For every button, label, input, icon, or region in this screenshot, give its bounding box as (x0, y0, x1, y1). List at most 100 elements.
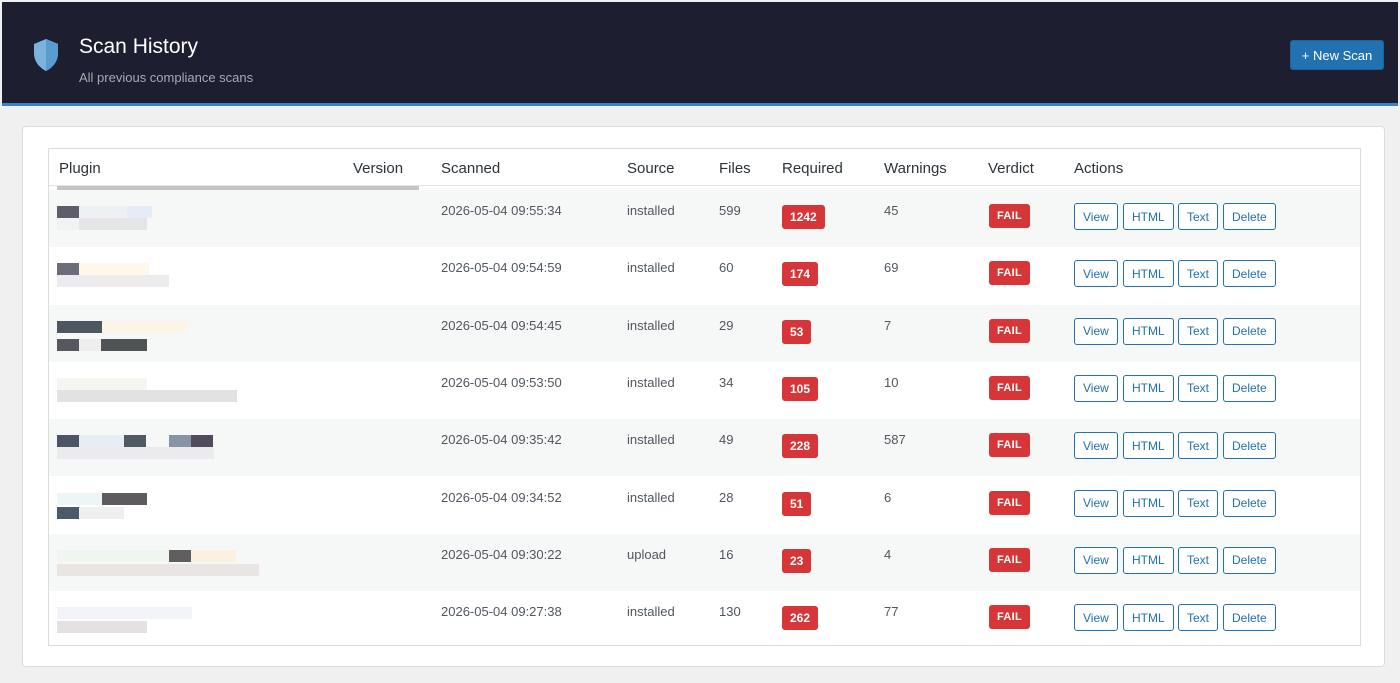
scanned-date: 2026-05-04 09:27:38 (441, 604, 562, 620)
new-scan-button[interactable]: + New Scan (1290, 40, 1384, 70)
plugin-name-redacted (57, 549, 259, 584)
column-header-required[interactable]: Required (782, 160, 843, 177)
column-header-plugin[interactable]: Plugin (59, 160, 101, 177)
verdict-badge: FAIL (989, 490, 1031, 515)
view-button[interactable]: View (1074, 432, 1118, 460)
delete-button[interactable]: Delete (1223, 374, 1276, 402)
verdict-badge: FAIL (989, 547, 1031, 572)
verdict-badge: FAIL (989, 433, 1031, 458)
delete-button[interactable]: Delete (1223, 260, 1276, 288)
scanned-date: 2026-05-04 09:30:22 (441, 546, 562, 562)
text-button[interactable]: Text (1178, 317, 1219, 345)
plugin-name-redacted (57, 263, 257, 297)
required-count-badge: 228 (782, 434, 819, 459)
file-count: 130 (719, 604, 741, 620)
text-button[interactable]: Text (1178, 489, 1219, 517)
file-count: 29 (719, 317, 734, 333)
scan-history-card: Plugin Version Scanned Source Files Requ… (22, 126, 1385, 667)
file-count: 49 (719, 432, 734, 448)
table-row: 2026-05-04 09:35:42 installed 49 587 228 FAIL… (49, 419, 1360, 477)
verdict-badge: FAIL (989, 204, 1031, 228)
html-button[interactable]: HTML (1123, 604, 1174, 632)
scan-source: installed (627, 489, 675, 505)
scan-source: installed (627, 432, 675, 448)
scan-source: installed (627, 604, 675, 620)
html-button[interactable]: HTML (1123, 317, 1174, 345)
scanned-date: 2026-05-04 09:35:42 (441, 432, 562, 448)
column-header-verdict[interactable]: Verdict (988, 160, 1034, 177)
text-button[interactable]: Text (1178, 374, 1219, 402)
warning-count: 7 (884, 317, 892, 333)
table-row: 2026-05-04 09:55:34 installed 599 45 1242 FAI… (49, 190, 1360, 247)
page-header: Scan History All previous compliance sca… (2, 2, 1398, 106)
delete-button[interactable]: Delete (1223, 317, 1276, 345)
html-button[interactable]: HTML (1123, 432, 1174, 460)
plugin-name-redacted (57, 206, 257, 240)
required-count-badge: 53 (782, 319, 812, 344)
scanned-date: 2026-05-04 09:55:34 (441, 203, 562, 218)
table-row: 2026-05-04 09:34:52 installed 28 6 51 FAIL Vie… (49, 477, 1360, 534)
view-button[interactable]: View (1074, 203, 1118, 230)
file-count: 16 (719, 546, 734, 562)
table-row: 2026-05-04 09:27:38 installed 130 77 262 FAIL… (49, 591, 1360, 648)
file-count: 60 (719, 260, 734, 276)
column-header-source[interactable]: Source (627, 160, 675, 177)
view-button[interactable]: View (1074, 489, 1118, 517)
file-count: 34 (719, 374, 734, 390)
table-row: 2026-05-04 09:54:59 installed 60 69 174 FAIL V… (49, 247, 1360, 304)
scan-history-table: Plugin Version Scanned Source Files Requ… (48, 148, 1361, 646)
html-button[interactable]: HTML (1123, 546, 1174, 574)
view-button[interactable]: View (1074, 374, 1118, 402)
view-button[interactable]: View (1074, 604, 1118, 632)
view-button[interactable]: View (1074, 546, 1118, 574)
text-button[interactable]: Text (1178, 604, 1219, 632)
text-button[interactable]: Text (1178, 546, 1219, 574)
page-title: Scan History (79, 35, 199, 58)
delete-button[interactable]: Delete (1223, 546, 1276, 574)
plugin-name-redacted (57, 607, 257, 641)
delete-button[interactable]: Delete (1223, 432, 1276, 460)
text-button[interactable]: Text (1178, 260, 1219, 288)
scan-source: installed (627, 374, 675, 390)
delete-button[interactable]: Delete (1223, 203, 1276, 230)
table-row: 2026-05-04 09:54:45 installed 29 7 53 FAIL Vie… (49, 304, 1360, 362)
plugin-name-redacted (57, 377, 257, 412)
column-header-warnings[interactable]: Warnings (884, 160, 947, 177)
view-button[interactable]: View (1074, 317, 1118, 345)
html-button[interactable]: HTML (1123, 374, 1174, 402)
warning-count: 587 (884, 432, 906, 448)
required-count-badge: 51 (782, 491, 812, 516)
scanned-date: 2026-05-04 09:54:59 (441, 260, 562, 276)
plugin-name-redacted (57, 492, 257, 527)
plugin-name-redacted (57, 435, 257, 469)
scan-source: installed (627, 260, 675, 276)
warning-count: 69 (884, 260, 899, 276)
delete-button[interactable]: Delete (1223, 489, 1276, 517)
scanned-date: 2026-05-04 09:53:50 (441, 374, 562, 390)
required-count-badge: 262 (782, 606, 819, 631)
scan-source: upload (627, 546, 667, 562)
verdict-badge: FAIL (989, 375, 1031, 400)
text-button[interactable]: Text (1178, 432, 1219, 460)
html-button[interactable]: HTML (1123, 489, 1174, 517)
html-button[interactable]: HTML (1123, 260, 1174, 288)
text-button[interactable]: Text (1178, 203, 1219, 230)
shield-icon (34, 39, 58, 71)
column-header-scanned[interactable]: Scanned (441, 160, 500, 177)
warning-count: 4 (884, 546, 892, 562)
warning-count: 6 (884, 489, 892, 505)
file-count: 599 (719, 203, 741, 218)
scan-source: installed (627, 203, 675, 218)
delete-button[interactable]: Delete (1223, 604, 1276, 632)
verdict-badge: FAIL (989, 261, 1031, 286)
verdict-badge: FAIL (989, 318, 1031, 343)
required-count-badge: 23 (782, 548, 812, 573)
html-button[interactable]: HTML (1123, 203, 1174, 230)
scanned-date: 2026-05-04 09:34:52 (441, 489, 562, 505)
verdict-badge: FAIL (989, 605, 1031, 630)
page-subtitle: All previous compliance scans (79, 70, 254, 85)
table-header: Plugin Version Scanned Source Files Requ… (49, 149, 1360, 186)
column-header-files[interactable]: Files (719, 160, 751, 177)
view-button[interactable]: View (1074, 260, 1118, 288)
column-header-version[interactable]: Version (353, 160, 403, 177)
